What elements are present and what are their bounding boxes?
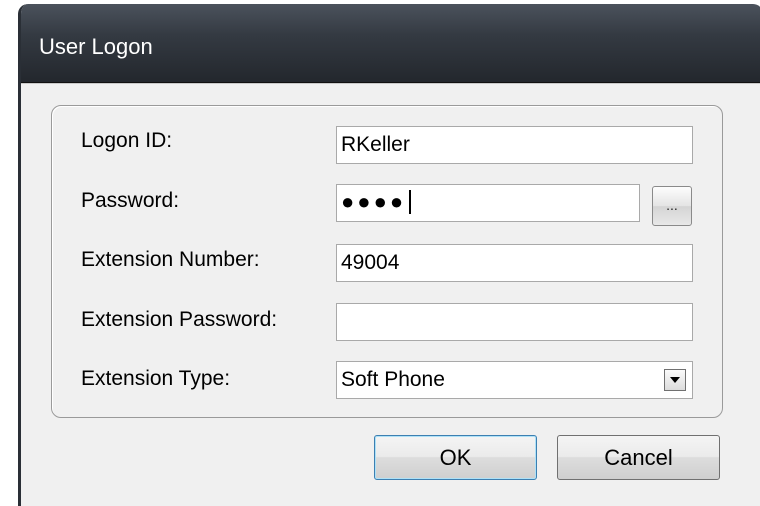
user-logon-dialog: User Logon Logon ID: RKeller Password: ●… xyxy=(18,4,760,506)
logon-id-value: RKeller xyxy=(341,133,410,156)
dialog-title: User Logon xyxy=(39,34,153,59)
password-masked-value: ●●●● xyxy=(341,189,407,214)
dialog-body: Logon ID: RKeller Password: ●●●● Extensi… xyxy=(21,83,760,506)
logon-id-label: Logon ID: xyxy=(81,129,173,152)
logon-id-input[interactable]: RKeller xyxy=(336,126,693,164)
extension-type-selected-value: Soft Phone xyxy=(341,368,445,391)
text-caret xyxy=(409,190,412,215)
password-input[interactable]: ●●●● xyxy=(336,184,640,222)
extension-type-select[interactable]: Soft Phone xyxy=(336,361,693,399)
cancel-button[interactable]: Cancel xyxy=(557,435,720,480)
extension-number-label: Extension Number: xyxy=(81,248,260,271)
extension-type-label: Extension Type: xyxy=(81,367,231,390)
password-label: Password: xyxy=(81,189,180,212)
dropdown-arrow-icon[interactable] xyxy=(664,369,686,391)
extension-number-input[interactable]: 49004 xyxy=(336,244,693,282)
extension-password-input[interactable] xyxy=(336,303,693,341)
title-bar[interactable]: User Logon xyxy=(21,4,760,83)
password-browse-button[interactable]: ... xyxy=(652,186,692,226)
ok-button[interactable]: OK xyxy=(374,435,537,480)
extension-number-value: 49004 xyxy=(341,251,400,274)
extension-password-label: Extension Password: xyxy=(81,308,278,331)
